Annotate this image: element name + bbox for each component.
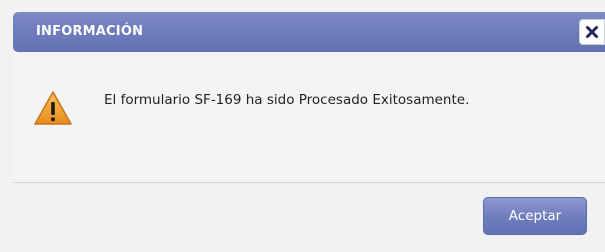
dialog-title: INFORMACIÓN (36, 24, 144, 39)
warning-icon (34, 91, 72, 125)
dialog-footer: Aceptar (13, 183, 605, 252)
close-icon (586, 26, 598, 38)
dialog-message: El formulario SF-169 ha sido Procesado E… (104, 92, 470, 108)
info-dialog: INFORMACIÓN El formulario SF-169 ha sido… (0, 0, 605, 252)
dialog-titlebar: INFORMACIÓN (13, 12, 605, 52)
dialog-body: El formulario SF-169 ha sido Procesado E… (13, 52, 605, 182)
accept-button[interactable]: Aceptar (483, 197, 587, 235)
close-button[interactable] (579, 19, 605, 45)
